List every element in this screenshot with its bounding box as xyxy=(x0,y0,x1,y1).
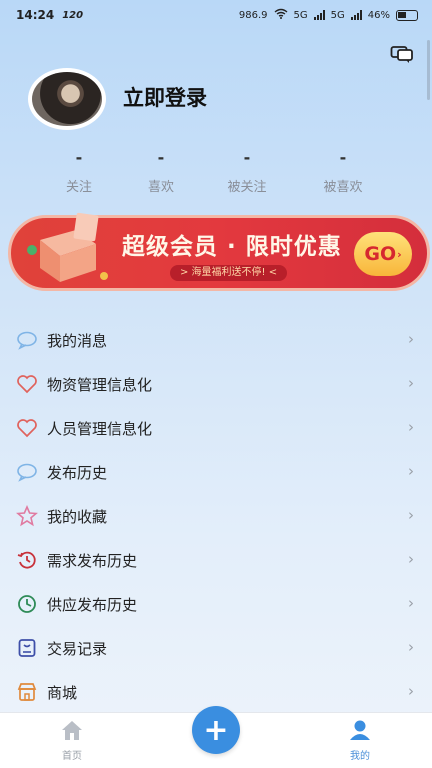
data-rate: 986.9 xyxy=(238,9,268,21)
menu-item-label: 需求发布历史 xyxy=(47,551,138,570)
menu-item-favorites[interactable]: 我的收藏 › xyxy=(0,494,432,538)
signal-1-icon xyxy=(313,10,325,20)
chevron-right-icon: › xyxy=(408,594,414,612)
heart-icon xyxy=(16,417,38,439)
chevron-right-icon: › xyxy=(408,462,414,480)
user-icon xyxy=(325,719,395,745)
menu-item-label: 我的消息 xyxy=(47,331,108,350)
battery-icon xyxy=(396,9,418,21)
chevron-right-icon: › xyxy=(408,550,414,568)
stat-label: 被关注 xyxy=(227,180,267,195)
star-icon xyxy=(16,504,38,527)
menu-item-label: 人员管理信息化 xyxy=(47,419,153,438)
menu-item-label: 发布历史 xyxy=(47,463,108,482)
status-time: 14:24 xyxy=(16,8,55,22)
chevron-right-icon: › xyxy=(397,247,402,261)
stat-liked-by[interactable]: - 被喜欢 xyxy=(298,148,388,195)
signal-2-label: 5G xyxy=(330,9,345,21)
wifi-icon xyxy=(274,8,288,22)
chevron-right-icon: › xyxy=(408,506,414,524)
plus-icon: + xyxy=(203,712,229,748)
menu-item-label: 交易记录 xyxy=(47,639,108,658)
login-button[interactable]: 立即登录 xyxy=(123,82,207,112)
menu-item-materials[interactable]: 物资管理信息化 › xyxy=(0,362,432,406)
clock-icon xyxy=(16,593,38,615)
history-icon xyxy=(16,549,38,571)
chevron-right-icon: › xyxy=(408,330,414,348)
menu-item-transactions[interactable]: 交易记录 › xyxy=(0,626,432,670)
signal-2-icon xyxy=(350,10,362,20)
scrollbar[interactable] xyxy=(427,40,430,100)
receipt-icon xyxy=(16,637,38,659)
chevron-right-icon: › xyxy=(408,418,414,436)
battery-percent: 46% xyxy=(367,9,390,21)
nav-home-label: 首页 xyxy=(62,751,82,762)
network-speed: 120 xyxy=(62,9,84,21)
banner-go-label: GO xyxy=(364,243,397,265)
nav-home[interactable]: 首页 xyxy=(37,719,107,762)
heart-icon xyxy=(16,373,38,395)
stat-followers[interactable]: - 被关注 xyxy=(202,148,292,195)
stat-following[interactable]: - 关注 xyxy=(34,148,124,195)
status-bar: 14:24 120 986.9 5G 5G 46% xyxy=(0,0,432,30)
chat-bubble-icon xyxy=(16,329,38,351)
banner-go-button[interactable]: GO › xyxy=(354,232,412,276)
stat-label: 被喜欢 xyxy=(323,180,363,195)
chevron-right-icon: › xyxy=(408,638,414,656)
chevron-right-icon: › xyxy=(408,374,414,392)
avatar-image xyxy=(32,72,102,126)
status-left: 14:24 120 xyxy=(16,8,83,22)
stats-row: - 关注 - 喜欢 - 被关注 - 被喜欢 xyxy=(34,148,404,196)
stat-value: - xyxy=(157,148,165,167)
menu-item-supply-history[interactable]: 供应发布历史 › xyxy=(0,582,432,626)
stat-likes[interactable]: - 喜欢 xyxy=(116,148,206,195)
menu-item-label: 物资管理信息化 xyxy=(47,375,153,394)
banner-subtitle: > 海量福利送不停! < xyxy=(170,265,288,281)
messages-icon[interactable] xyxy=(390,44,414,64)
stat-label: 关注 xyxy=(65,180,92,195)
menu-item-demand-history[interactable]: 需求发布历史 › xyxy=(0,538,432,582)
menu-item-label: 供应发布历史 xyxy=(47,595,138,614)
stat-value: - xyxy=(339,148,347,167)
menu-item-label: 我的收藏 xyxy=(47,507,108,526)
menu-item-personnel[interactable]: 人员管理信息化 › xyxy=(0,406,432,450)
avatar[interactable] xyxy=(28,68,106,130)
menu-item-label: 商城 xyxy=(47,683,78,702)
status-right: 986.9 5G 5G 46% xyxy=(239,8,418,22)
home-icon xyxy=(37,719,107,745)
chevron-right-icon: › xyxy=(408,682,414,700)
shop-icon xyxy=(16,681,38,703)
nav-mine[interactable]: 我的 xyxy=(325,719,395,762)
menu-item-publish-history[interactable]: 发布历史 › xyxy=(0,450,432,494)
banner-title: 超级会员 · 限时优惠 xyxy=(122,234,342,260)
stat-value: - xyxy=(75,148,83,167)
nav-mine-label: 我的 xyxy=(350,751,370,762)
stat-value: - xyxy=(243,148,251,167)
add-button[interactable]: + xyxy=(192,706,240,754)
menu-item-messages[interactable]: 我的消息 › xyxy=(0,318,432,362)
chat-bubble-icon xyxy=(16,461,38,483)
stat-label: 喜欢 xyxy=(147,180,174,195)
gift-box-icon xyxy=(20,210,112,286)
signal-1-label: 5G xyxy=(293,9,308,21)
